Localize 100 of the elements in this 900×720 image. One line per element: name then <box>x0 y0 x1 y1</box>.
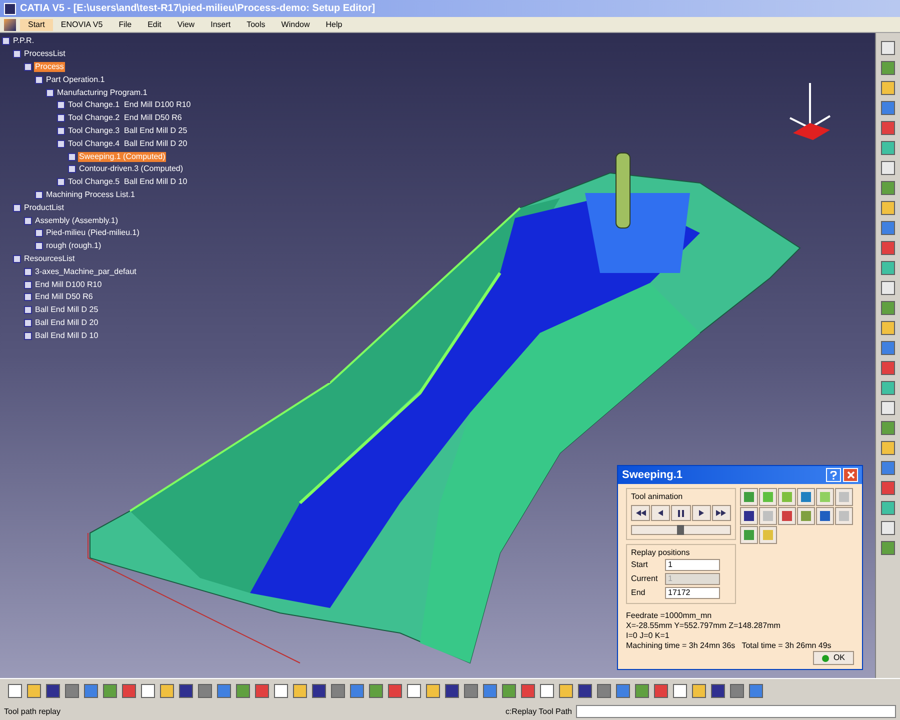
toolbar-icon[interactable] <box>540 684 554 698</box>
tree-item[interactable]: Pied-milieu (Pied-milieu.1) <box>45 228 140 238</box>
toolbar-icon[interactable] <box>881 201 895 215</box>
tool-icon[interactable] <box>740 507 758 525</box>
play-icon <box>698 510 704 516</box>
menu-item[interactable]: Help <box>318 18 350 30</box>
ok-button[interactable]: OK <box>813 651 854 665</box>
tree-item[interactable]: Assembly (Assembly.1) <box>34 216 119 226</box>
toolbar-icon[interactable] <box>8 684 22 698</box>
toolbar-icon[interactable] <box>881 401 895 415</box>
tree-item[interactable]: Machining Process List.1 <box>45 190 136 200</box>
tree-node-icon <box>57 101 65 110</box>
toolbar-icon[interactable] <box>881 321 895 335</box>
status-message: Tool path replay <box>4 706 60 718</box>
toolbar-icon[interactable] <box>881 41 895 55</box>
tree-item[interactable]: Tool Change.2 End Mill D50 R6 <box>67 113 183 124</box>
toolbar-icon[interactable] <box>881 81 895 95</box>
position-field[interactable]: 1 <box>665 559 720 571</box>
pause-button[interactable] <box>671 505 691 521</box>
tree-node-icon <box>35 229 43 238</box>
menu-item[interactable]: ENOVIA V5 <box>52 18 111 30</box>
fast-forward-button[interactable] <box>712 505 732 521</box>
menu-item[interactable]: Window <box>273 18 318 30</box>
toolbar-icon[interactable] <box>692 684 706 698</box>
tree-item[interactable]: Contour-driven.3 (Computed) <box>78 164 184 174</box>
step-forward-button[interactable] <box>692 505 711 521</box>
tree-node-icon <box>24 280 32 289</box>
toolbar-icon[interactable] <box>274 684 288 698</box>
tree-item[interactable]: 3-axes_Machine_par_defaut <box>34 266 138 277</box>
tree-item[interactable]: Ball End Mill D 10 <box>34 330 100 341</box>
tree-node-icon <box>13 254 21 263</box>
tree-item[interactable]: ResourcesList <box>23 254 76 264</box>
toolbar-icon[interactable] <box>407 684 421 698</box>
tree-item[interactable]: Tool Change.1 End Mill D100 R10 <box>67 100 192 110</box>
tree-node-icon <box>57 178 65 186</box>
tree-node-icon <box>68 152 76 161</box>
rewind-button[interactable] <box>631 505 650 521</box>
tree-item[interactable]: ProcessList <box>23 49 66 60</box>
toolbar-icon[interactable] <box>673 684 687 698</box>
menu-item[interactable]: Tools <box>238 18 274 30</box>
toolbar-icon[interactable] <box>881 261 895 275</box>
ok-icon <box>822 654 830 662</box>
tree-item[interactable]: Tool Change.4 Ball End Mill D 20 <box>67 138 188 149</box>
slider-thumb[interactable] <box>677 525 684 535</box>
tree-node-icon <box>35 242 43 250</box>
toolbar-icon[interactable] <box>881 501 895 515</box>
info-line: Machining time = 3h 24mn 36s Total time = 3h 26mn 49s <box>626 641 832 651</box>
tree-item[interactable]: Tool Change.5 Ball End Mill D 10 <box>67 177 188 188</box>
group-label: Replay positions <box>631 549 691 557</box>
command-label: c:Replay Tool Path <box>505 706 572 718</box>
tree-item[interactable]: P.P.R. <box>12 36 36 46</box>
tree-node-icon <box>57 114 65 122</box>
toolbar-icon[interactable] <box>559 684 573 698</box>
toolbar-icon[interactable] <box>881 441 895 455</box>
tree-item[interactable]: Part Operation.1 <box>45 74 106 85</box>
tree-item[interactable]: Tool Change.3 Ball End Mill D 25 <box>67 126 188 136</box>
toolbar-icon[interactable] <box>881 141 895 155</box>
menu-item[interactable]: Start <box>20 18 53 30</box>
toolbar-icon[interactable] <box>881 521 895 535</box>
toolbar-icon[interactable] <box>881 381 895 395</box>
tree-node-icon <box>57 140 65 148</box>
toolbar-icon[interactable] <box>426 684 440 698</box>
tree-node-icon <box>24 306 32 314</box>
help-button[interactable] <box>826 468 841 482</box>
toolbar-icon[interactable] <box>881 281 895 295</box>
step-back-button[interactable] <box>651 505 670 521</box>
position-field[interactable]: 17172 <box>665 587 720 599</box>
menu-item[interactable]: View <box>169 18 203 30</box>
toolbar-icon[interactable] <box>160 684 174 698</box>
tree-node-icon <box>57 126 65 135</box>
field-label: Current <box>631 573 659 585</box>
field-label: End <box>631 587 646 599</box>
tree-node-icon <box>35 190 43 199</box>
tree-node-icon <box>24 332 32 340</box>
dialog-title: Sweeping.1 <box>622 468 683 483</box>
tree-node-icon <box>46 88 54 97</box>
tree-item[interactable]: Manufacturing Program.1 <box>56 88 148 98</box>
tool-icon[interactable] <box>816 507 834 525</box>
tree-item[interactable]: Ball End Mill D 20 <box>34 318 100 328</box>
menu-item[interactable]: Insert <box>202 18 239 30</box>
window-title: CATIA V5 - [E:\users\and\test-R17\pied-milieu\Process-demo: Setup Editor] <box>20 2 376 16</box>
tree-item[interactable]: End Mill D100 R10 <box>34 280 103 290</box>
menu-item[interactable]: File <box>110 18 140 30</box>
command-input[interactable] <box>576 705 896 718</box>
close-button[interactable] <box>843 468 858 482</box>
tree-item[interactable]: End Mill D50 R6 <box>34 292 94 302</box>
tree-item[interactable]: rough (rough.1) <box>45 241 102 252</box>
tree-item[interactable]: Ball End Mill D 25 <box>34 305 100 316</box>
toolbar-icon[interactable] <box>881 161 895 175</box>
tree-node-icon <box>24 318 32 327</box>
tree-node-icon <box>24 62 32 71</box>
toolbar-icon[interactable] <box>293 684 307 698</box>
app-icon <box>4 2 16 14</box>
tree-item[interactable]: ProductList <box>23 202 66 213</box>
fast-forward-icon <box>716 510 726 516</box>
menu-item[interactable]: Edit <box>140 18 170 30</box>
field-label: Start <box>631 559 649 571</box>
tool-icon[interactable] <box>778 507 796 525</box>
toolbar-icon[interactable] <box>141 684 155 698</box>
toolbar-icon[interactable] <box>27 684 41 698</box>
